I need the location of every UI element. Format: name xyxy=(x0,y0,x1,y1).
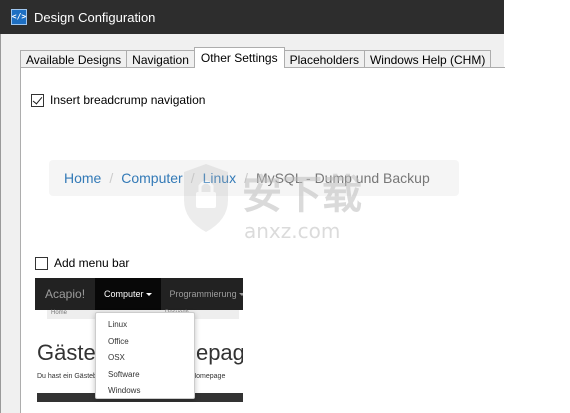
dropdown-item-windows: Windows xyxy=(108,386,141,395)
tab-available-designs[interactable]: Available Designs xyxy=(20,50,128,68)
preview-brand: Acapio! xyxy=(45,287,86,301)
breadcrumb-option[interactable]: Insert breadcrump navigation xyxy=(31,93,205,107)
dialog-body: Available Designs Navigation Other Setti… xyxy=(0,34,505,413)
menubar-checkbox-label: Add menu bar xyxy=(54,256,130,270)
dropdown-item-office: Office xyxy=(108,336,129,346)
dropdown-item-software: Software xyxy=(108,369,140,379)
tab-placeholders[interactable]: Placeholders xyxy=(283,50,365,68)
breadcrumb-preview: Home / Computer / Linux / MySQL - Dump u… xyxy=(49,160,459,196)
menubar-option[interactable]: Add menu bar xyxy=(35,256,129,270)
code-tag-icon: </> xyxy=(11,9,27,25)
tab-other-settings[interactable]: Other Settings xyxy=(193,47,285,68)
caret-down-icon xyxy=(145,292,152,296)
breadcrumb-item-linux: Linux xyxy=(202,170,237,186)
menu-bar-preview: Acapio! Computer Programmierung Home Doc… xyxy=(35,278,243,402)
menubar-checkbox[interactable] xyxy=(35,256,48,270)
tab-windows-help[interactable]: Windows Help (CHM) xyxy=(363,50,492,68)
preview-nav-programmierung: Programmierung xyxy=(161,278,243,310)
dropdown-item-linux: Linux xyxy=(108,320,128,329)
tab-strip: Available Designs Navigation Other Setti… xyxy=(20,47,492,68)
preview-navbar: Acapio! Computer Programmierung xyxy=(35,278,243,310)
breadcrumb-item-home: Home xyxy=(64,170,102,186)
preview-nav-computer: Computer xyxy=(95,278,161,310)
breadcrumb-item-active: MySQL - Dump und Backup xyxy=(255,170,430,186)
tab-panel-other-settings: Insert breadcrump navigation Home / Comp… xyxy=(20,67,505,413)
caret-down-icon xyxy=(238,292,243,296)
dropdown-item-osx: OSX xyxy=(108,353,125,362)
background-area xyxy=(504,0,570,413)
preview-subbar-home: Home xyxy=(51,310,68,316)
preview-nav-programmierung-label: Programmierung xyxy=(169,289,237,299)
window-title: Design Configuration xyxy=(34,9,156,25)
preview-nav-computer-label: Computer xyxy=(104,289,144,299)
breadcrumb-checkbox-label: Insert breadcrump navigation xyxy=(50,93,206,107)
breadcrumb-separator: / xyxy=(190,170,195,186)
breadcrumb-separator: / xyxy=(244,170,248,186)
preview-dropdown-menu: Linux Office OSX Software Windows xyxy=(95,312,195,399)
breadcrumb-item-computer: Computer xyxy=(121,170,183,186)
title-bar: </> Design Configuration xyxy=(0,0,504,34)
breadcrumb-checkbox[interactable] xyxy=(31,93,44,107)
breadcrumb-separator: / xyxy=(109,170,114,186)
tab-navigation[interactable]: Navigation xyxy=(126,50,195,68)
